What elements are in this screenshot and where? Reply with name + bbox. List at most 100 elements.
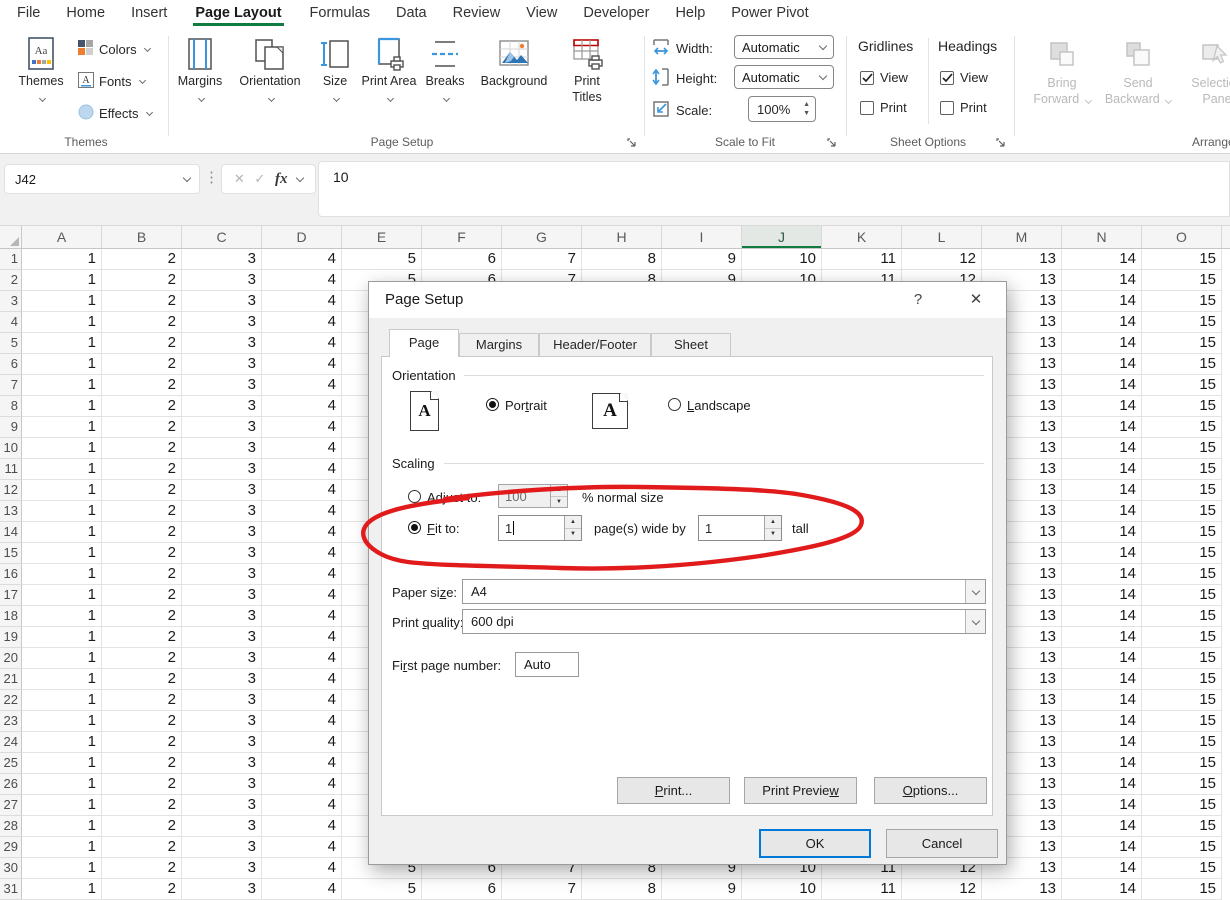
row-header-4[interactable]: 4 [0,312,22,333]
cell-C28[interactable]: 3 [182,816,262,837]
cell-O28[interactable]: 15 [1142,816,1222,837]
cell-C30[interactable]: 3 [182,858,262,879]
cell-N15[interactable]: 14 [1062,543,1142,564]
cell-A9[interactable]: 1 [22,417,102,438]
column-header-J[interactable]: J [742,226,822,248]
row-header-1[interactable]: 1 [0,249,22,270]
cell-A22[interactable]: 1 [22,690,102,711]
cell-D16[interactable]: 4 [262,564,342,585]
cell-O18[interactable]: 15 [1142,606,1222,627]
menu-tab-formulas[interactable]: Formulas [297,0,383,28]
cell-H31[interactable]: 8 [582,879,662,900]
cell-C27[interactable]: 3 [182,795,262,816]
cell-O11[interactable]: 15 [1142,459,1222,480]
cell-N9[interactable]: 14 [1062,417,1142,438]
column-header-C[interactable]: C [182,226,262,248]
row-header-26[interactable]: 26 [0,774,22,795]
cell-O13[interactable]: 15 [1142,501,1222,522]
scale-to-fit-dialog-launcher[interactable] [826,136,838,148]
cell-N12[interactable]: 14 [1062,480,1142,501]
cell-O8[interactable]: 15 [1142,396,1222,417]
themes-button[interactable]: Aa Themes [12,32,70,101]
cell-A13[interactable]: 1 [22,501,102,522]
cell-D12[interactable]: 4 [262,480,342,501]
dialog-help-icon[interactable]: ? [905,288,931,312]
cell-O9[interactable]: 15 [1142,417,1222,438]
formula-input[interactable]: 10 [318,161,1230,217]
cell-D31[interactable]: 4 [262,879,342,900]
cell-B24[interactable]: 2 [102,732,182,753]
cell-N24[interactable]: 14 [1062,732,1142,753]
cell-D27[interactable]: 4 [262,795,342,816]
fit-to-tall-spinner[interactable]: 1 ▲▼ [698,515,782,541]
column-header-I[interactable]: I [662,226,742,248]
adjust-to-spinner[interactable]: 100 ▲▼ [498,484,568,508]
cell-O14[interactable]: 15 [1142,522,1222,543]
cell-B1[interactable]: 2 [102,249,182,270]
column-header-H[interactable]: H [582,226,662,248]
cell-N23[interactable]: 14 [1062,711,1142,732]
tab-margins[interactable]: Margins [459,333,539,357]
spin-up-icon[interactable]: ▲ [565,516,581,529]
cell-B5[interactable]: 2 [102,333,182,354]
cell-B2[interactable]: 2 [102,270,182,291]
cell-A8[interactable]: 1 [22,396,102,417]
gridlines-view-checkbox[interactable]: View [860,70,908,85]
dialog-titlebar[interactable]: Page Setup ? ✕ [369,282,1006,318]
cell-A25[interactable]: 1 [22,753,102,774]
first-page-number-input[interactable]: Auto [515,652,579,677]
cell-N14[interactable]: 14 [1062,522,1142,543]
cell-O6[interactable]: 15 [1142,354,1222,375]
column-header-A[interactable]: A [22,226,102,248]
menu-tab-review[interactable]: Review [440,0,514,28]
cell-D3[interactable]: 4 [262,291,342,312]
cell-C3[interactable]: 3 [182,291,262,312]
cell-A31[interactable]: 1 [22,879,102,900]
cell-B22[interactable]: 2 [102,690,182,711]
cell-N5[interactable]: 14 [1062,333,1142,354]
cell-B19[interactable]: 2 [102,627,182,648]
column-header-F[interactable]: F [422,226,502,248]
cell-I31[interactable]: 9 [662,879,742,900]
cell-O20[interactable]: 15 [1142,648,1222,669]
fonts-button[interactable]: A Fonts [78,72,145,91]
menu-tab-help[interactable]: Help [662,0,718,28]
row-header-11[interactable]: 11 [0,459,22,480]
cell-C13[interactable]: 3 [182,501,262,522]
cell-N19[interactable]: 14 [1062,627,1142,648]
print-preview-button[interactable]: Print Preview [744,777,857,804]
cell-A11[interactable]: 1 [22,459,102,480]
cell-I1[interactable]: 9 [662,249,742,270]
cell-O25[interactable]: 15 [1142,753,1222,774]
cell-B28[interactable]: 2 [102,816,182,837]
cell-N30[interactable]: 14 [1062,858,1142,879]
row-header-15[interactable]: 15 [0,543,22,564]
cell-C23[interactable]: 3 [182,711,262,732]
cell-O10[interactable]: 15 [1142,438,1222,459]
page-setup-dialog-launcher[interactable] [626,136,638,148]
column-header-D[interactable]: D [262,226,342,248]
row-header-3[interactable]: 3 [0,291,22,312]
cell-O3[interactable]: 15 [1142,291,1222,312]
cell-A20[interactable]: 1 [22,648,102,669]
cell-O31[interactable]: 15 [1142,879,1222,900]
cell-B17[interactable]: 2 [102,585,182,606]
cell-D13[interactable]: 4 [262,501,342,522]
cell-B31[interactable]: 2 [102,879,182,900]
cell-A23[interactable]: 1 [22,711,102,732]
menu-tab-page-layout[interactable]: Page Layout [180,0,296,28]
portrait-label[interactable]: Portrait [505,398,547,413]
row-header-23[interactable]: 23 [0,711,22,732]
cell-B9[interactable]: 2 [102,417,182,438]
width-dropdown[interactable]: Automatic [734,35,834,59]
cell-A3[interactable]: 1 [22,291,102,312]
headings-view-checkbox[interactable]: View [940,70,988,85]
cell-G31[interactable]: 7 [502,879,582,900]
cell-N10[interactable]: 14 [1062,438,1142,459]
cell-O23[interactable]: 15 [1142,711,1222,732]
cell-M1[interactable]: 13 [982,249,1062,270]
cell-G1[interactable]: 7 [502,249,582,270]
cell-D5[interactable]: 4 [262,333,342,354]
cell-A5[interactable]: 1 [22,333,102,354]
column-header-K[interactable]: K [822,226,902,248]
